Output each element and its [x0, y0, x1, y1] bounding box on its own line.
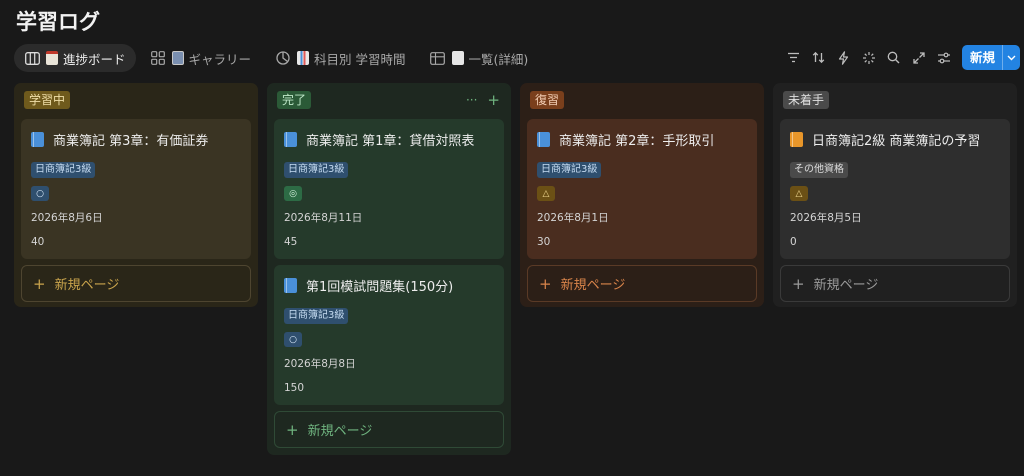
status-badge[interactable]: 学習中 — [24, 91, 71, 109]
new-page-label: 新規ページ — [307, 424, 373, 439]
study-minutes: 45 — [284, 236, 298, 248]
new-button-label: 新規 — [969, 50, 995, 65]
tab-list-detail[interactable]: 一覧(詳細) — [420, 44, 539, 72]
board-column-todo: 未着手 日商簿記2級 商業簿記の予習 その他資格 △ 2026年8月5日 0 +… — [773, 83, 1017, 307]
card-title: 日商簿記2級 商業簿記の予習 — [790, 129, 999, 149]
card-title-text: 第1回模試問題集(150分) — [306, 279, 454, 295]
table-icon — [430, 50, 446, 66]
new-page-label: 新規ページ — [813, 278, 879, 293]
book-blue-icon — [31, 131, 44, 147]
new-page-button[interactable]: + 新規ページ — [780, 265, 1010, 302]
card-title: 商業簿記 第1章：貸借対照表 — [284, 129, 493, 149]
clipboard-icon — [46, 51, 58, 65]
status-badge[interactable]: 未着手 — [783, 91, 830, 109]
new-page-label: 新規ページ — [560, 278, 626, 293]
more-options-icon[interactable]: ··· — [466, 93, 477, 107]
tab-label: ギャラリー — [188, 51, 252, 67]
study-minutes: 40 — [31, 236, 45, 248]
tab-label: 進捗ボード — [63, 51, 126, 67]
automation-icon[interactable] — [832, 46, 856, 70]
board-card[interactable]: 日商簿記2級 商業簿記の予習 その他資格 △ 2026年8月5日 0 — [780, 119, 1010, 259]
study-date: 2026年8月8日 — [284, 358, 356, 370]
understanding-badge: △ — [537, 186, 555, 201]
add-card-icon[interactable]: + — [487, 91, 500, 109]
board-icon — [24, 50, 40, 66]
study-minutes: 0 — [790, 236, 797, 248]
new-page-button[interactable]: + 新規ページ — [527, 265, 757, 302]
study-minutes: 150 — [284, 382, 305, 394]
tab-label: 一覧(詳細) — [468, 51, 529, 67]
new-button[interactable]: 新規 — [961, 45, 1020, 70]
board-card[interactable]: 商業簿記 第1章：貸借対照表 日商簿記3級 ◎ 2026年8月11日 45 — [274, 119, 504, 259]
understanding-badge: ○ — [284, 332, 302, 347]
status-badge[interactable]: 復習 — [530, 91, 565, 109]
tab-subject-time[interactable]: 科目別 学習時間 — [265, 44, 415, 72]
expand-icon[interactable] — [907, 46, 931, 70]
chevron-down-icon[interactable] — [1002, 45, 1020, 70]
tab-progress-board[interactable]: 進捗ボード — [14, 44, 136, 72]
card-title-text: 日商簿記2級 商業簿記の予習 — [812, 133, 981, 149]
study-date: 2026年8月6日 — [31, 212, 103, 224]
column-actions: ··· + — [466, 91, 500, 109]
new-page-button[interactable]: + 新規ページ — [21, 265, 251, 302]
board-column-done: 完了 ··· + 商業簿記 第1章：貸借対照表 日商簿記3級 ◎ 2026年8月… — [267, 83, 511, 455]
column-header: 復習 — [530, 90, 757, 110]
study-date: 2026年8月1日 — [537, 212, 609, 224]
new-page-button[interactable]: + 新規ページ — [274, 411, 504, 448]
board-card[interactable]: 商業簿記 第2章：手形取引 日商簿記3級 △ 2026年8月1日 30 — [527, 119, 757, 259]
filter-icon[interactable] — [782, 46, 806, 70]
search-icon[interactable] — [882, 46, 906, 70]
study-date: 2026年8月5日 — [790, 212, 862, 224]
plus-icon: + — [286, 420, 299, 439]
plus-icon: + — [539, 274, 552, 293]
column-header: 未着手 — [783, 90, 1010, 110]
card-title-text: 商業簿記 第3章：有価証券 — [53, 133, 209, 149]
settings-icon[interactable] — [932, 46, 956, 70]
gallery-icon — [150, 50, 166, 66]
subject-tag: 日商簿記3級 — [284, 162, 349, 178]
chart-pie-icon — [275, 50, 291, 66]
tab-gallery[interactable]: ギャラリー — [140, 44, 262, 72]
picture-icon — [171, 51, 184, 65]
document-icon — [451, 51, 464, 65]
bar-chart-icon — [297, 51, 310, 65]
understanding-badge: △ — [790, 186, 808, 201]
book-blue-icon — [537, 131, 550, 147]
book-blue-icon — [284, 277, 297, 293]
tab-label: 科目別 学習時間 — [314, 51, 406, 67]
sort-icon[interactable] — [807, 46, 831, 70]
ai-sparkle-icon[interactable] — [857, 46, 881, 70]
plus-icon: + — [792, 274, 805, 293]
view-tabs: 進捗ボード ギャラリー 科目別 学習時間 一覧(詳細) — [14, 44, 542, 72]
subject-tag: 日商簿記3級 — [284, 308, 349, 324]
understanding-badge: ○ — [31, 186, 49, 201]
card-title: 第1回模試問題集(150分) — [284, 275, 493, 295]
status-badge[interactable]: 完了 — [277, 91, 312, 109]
plus-icon: + — [33, 274, 46, 293]
card-title-text: 商業簿記 第2章：手形取引 — [559, 133, 715, 149]
board-column-review: 復習 商業簿記 第2章：手形取引 日商簿記3級 △ 2026年8月1日 30 +… — [520, 83, 764, 307]
subject-tag: 日商簿記3級 — [31, 162, 96, 178]
card-title: 商業簿記 第3章：有価証券 — [31, 129, 240, 149]
subject-tag: その他資格 — [790, 162, 848, 178]
column-header: 完了 ··· + — [277, 90, 504, 110]
page-title: 学習ログ — [16, 10, 100, 34]
understanding-badge: ◎ — [284, 186, 302, 201]
card-title-text: 商業簿記 第1章：貸借対照表 — [306, 133, 475, 149]
board-column-learning: 学習中 商業簿記 第3章：有価証券 日商簿記3級 ○ 2026年8月6日 40 … — [14, 83, 258, 307]
book-orange-icon — [790, 131, 803, 147]
subject-tag: 日商簿記3級 — [537, 162, 602, 178]
study-minutes: 30 — [537, 236, 551, 248]
new-page-label: 新規ページ — [54, 278, 120, 293]
toolbar: 新規 — [781, 45, 1020, 70]
board-card[interactable]: 商業簿記 第3章：有価証券 日商簿記3級 ○ 2026年8月6日 40 — [21, 119, 251, 259]
study-date: 2026年8月11日 — [284, 212, 363, 224]
column-header: 学習中 — [24, 90, 251, 110]
board-card[interactable]: 第1回模試問題集(150分) 日商簿記3級 ○ 2026年8月8日 150 — [274, 265, 504, 405]
book-blue-icon — [284, 131, 297, 147]
card-title: 商業簿記 第2章：手形取引 — [537, 129, 746, 149]
